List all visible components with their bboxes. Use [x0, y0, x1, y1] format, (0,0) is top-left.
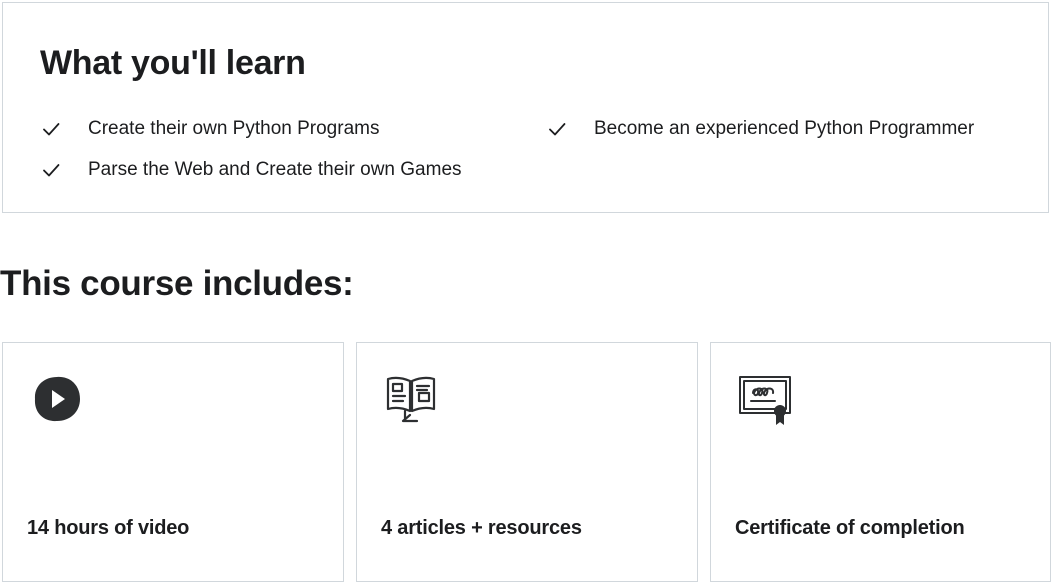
learn-item: Parse the Web and Create their own Games	[41, 155, 462, 185]
learn-item-text: Become an experienced Python Programmer	[594, 118, 975, 139]
card-label: 14 hours of video	[27, 517, 190, 539]
course-includes-title: This course includes:	[0, 264, 354, 303]
card-label: Certificate of completion	[735, 517, 965, 539]
what-youll-learn-section: What you'll learn Create their own Pytho…	[2, 2, 1049, 213]
learn-item-text: Create their own Python Programs	[88, 118, 380, 139]
learn-section-title: What you'll learn	[40, 44, 306, 82]
play-video-icon	[34, 376, 80, 422]
open-book-icon	[386, 376, 436, 423]
check-icon	[549, 123, 566, 136]
learn-item-text: Parse the Web and Create their own Games	[88, 159, 462, 180]
includes-card-video: 14 hours of video	[2, 342, 344, 582]
includes-card-articles: 4 articles + resources	[356, 342, 698, 582]
learn-item: Become an experienced Python Programmer	[547, 114, 974, 144]
check-icon	[43, 123, 60, 136]
certificate-icon	[739, 376, 791, 425]
check-icon	[43, 164, 60, 177]
learn-item: Create their own Python Programs	[41, 114, 379, 144]
includes-card-certificate: Certificate of completion	[710, 342, 1051, 582]
card-label: 4 articles + resources	[381, 517, 582, 539]
